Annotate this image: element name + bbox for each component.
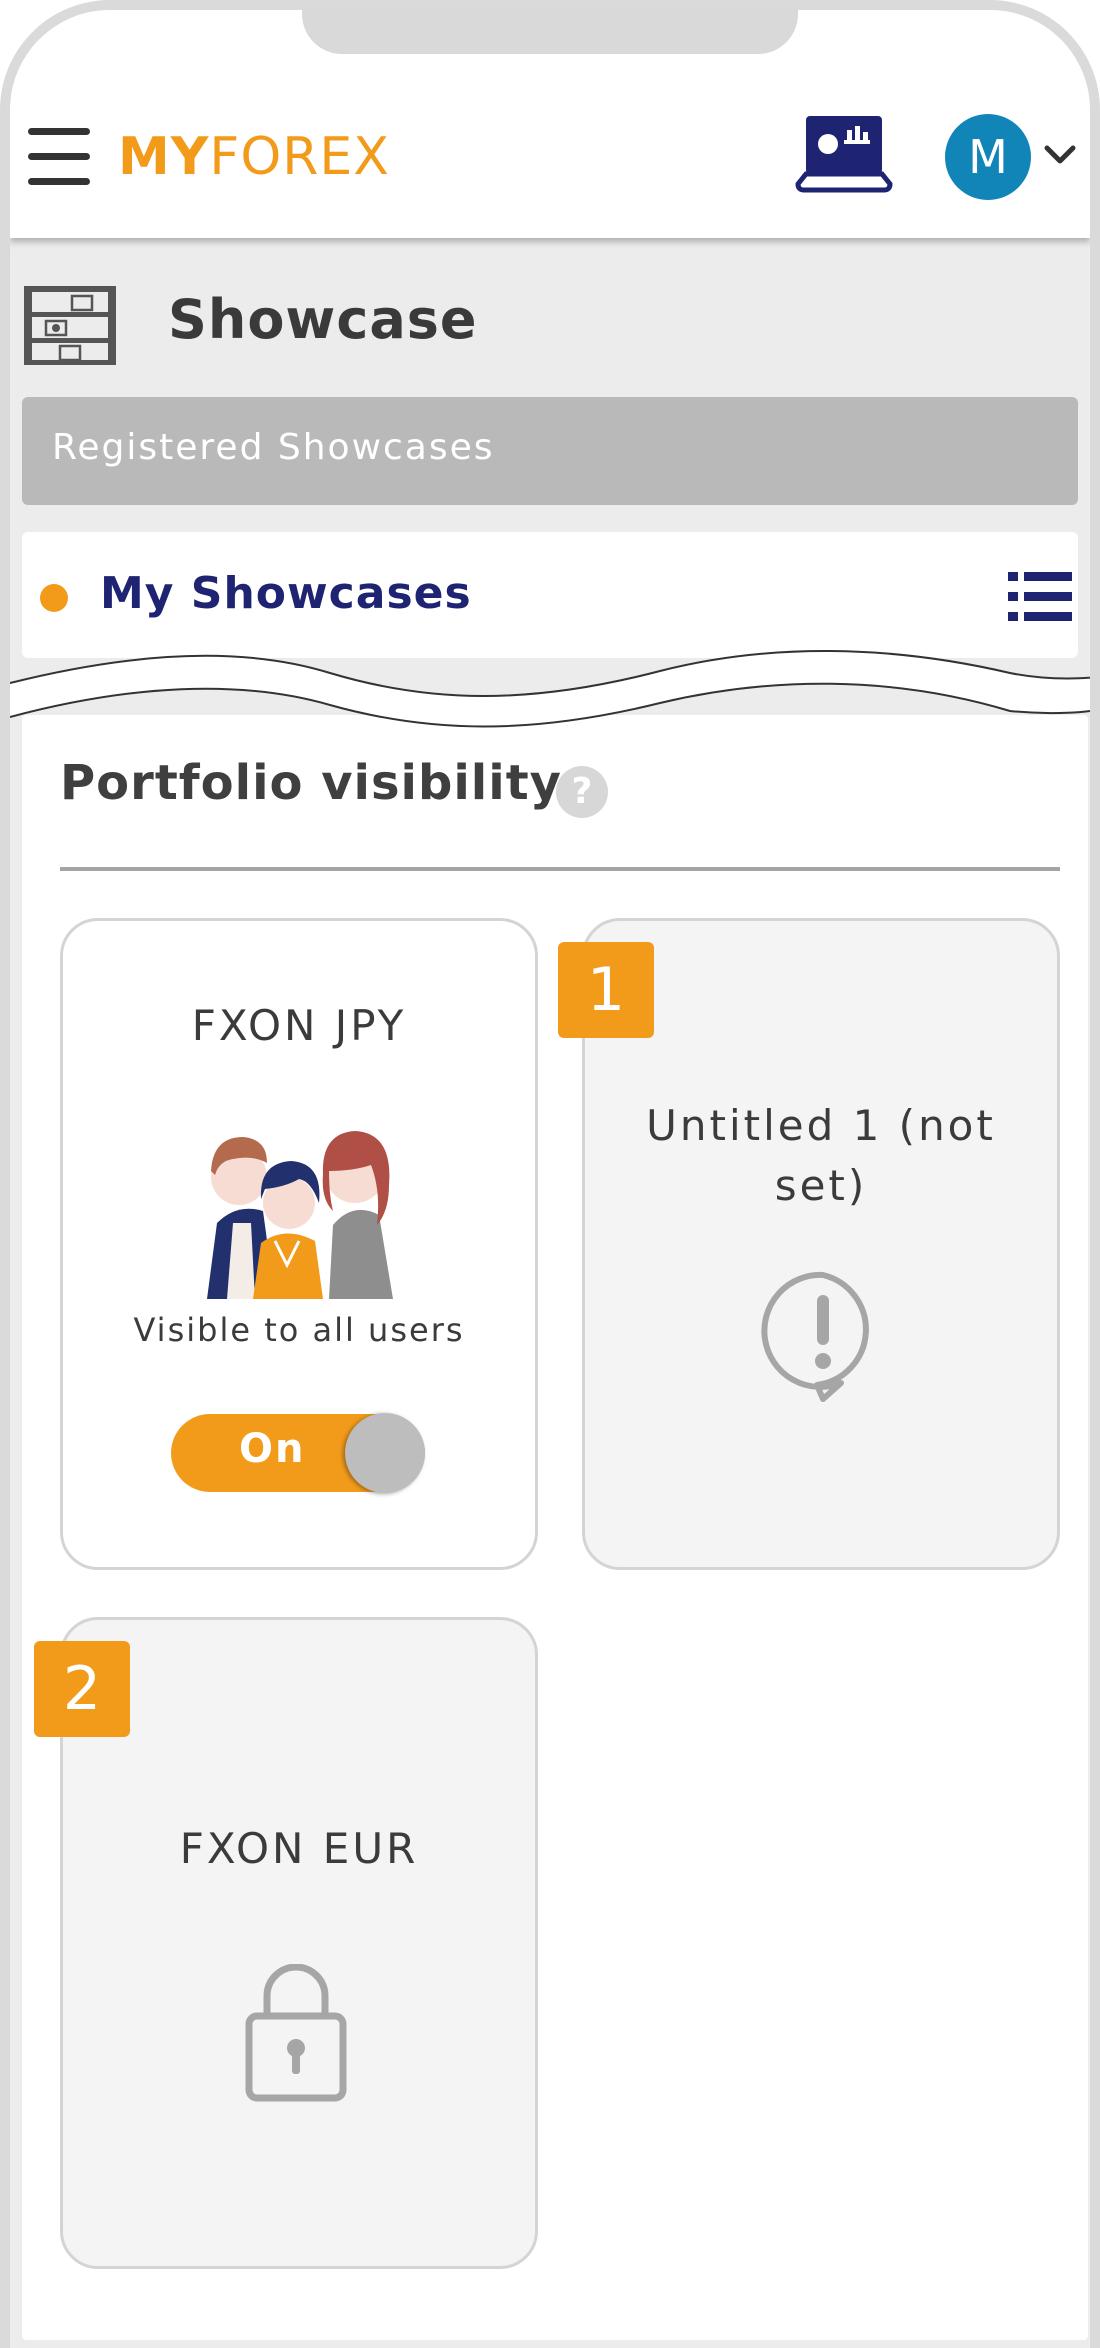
my-showcases-title: My Showcases [100, 568, 472, 619]
page-title: Showcase [168, 288, 478, 351]
exclamation-speech-icon [761, 1271, 869, 1402]
menu-icon[interactable] [28, 128, 90, 188]
chevron-down-icon[interactable] [1043, 140, 1077, 170]
toggle-knob [345, 1413, 425, 1493]
page-header: Showcase [22, 280, 1082, 380]
portfolio-card-fxon-jpy[interactable]: FXON JPY Visible to all users On [60, 918, 538, 1570]
notch [302, 10, 798, 54]
portfolio-card-fxon-eur[interactable]: FXON EUR [60, 1617, 538, 2269]
help-icon[interactable]: ? [556, 766, 608, 818]
visibility-toggle[interactable]: On [171, 1413, 425, 1493]
card-name: FXON EUR [179, 1824, 419, 1873]
monitor-icon[interactable] [792, 114, 896, 200]
logo[interactable]: MYFOREX [118, 122, 390, 192]
toggle-label: On [239, 1426, 306, 1472]
portfolio-visibility-title: Portfolio visibility [60, 755, 562, 811]
bullet-dot [40, 584, 68, 612]
logo-thin: FOREX [209, 127, 390, 187]
phone-frame: MYFOREX M Showcase Registered Showcases … [0, 0, 1100, 2348]
card-name-line2: set) [774, 1161, 868, 1210]
visibility-status: Visible to all users [133, 1311, 465, 1349]
showcase-shelf-icon [24, 286, 116, 365]
logo-bold: MY [118, 127, 210, 187]
portfolio-visibility-panel: Portfolio visibility ? FXON JPY Visible … [22, 715, 1088, 2340]
avatar[interactable]: M [945, 114, 1031, 200]
order-badge-2: 2 [34, 1641, 130, 1737]
users-illustration [207, 1131, 393, 1299]
list-icon[interactable] [1008, 568, 1072, 624]
registered-showcases-bar[interactable]: Registered Showcases [22, 397, 1078, 505]
lock-icon [245, 1964, 347, 2102]
registered-showcases-label: Registered Showcases [52, 427, 495, 468]
wave-divider [10, 649, 1090, 728]
card-name: FXON JPY [191, 1001, 407, 1050]
card-name-line1: Untitled 1 (not [646, 1101, 996, 1150]
divider [60, 867, 1060, 871]
order-badge-1: 1 [558, 942, 654, 1038]
